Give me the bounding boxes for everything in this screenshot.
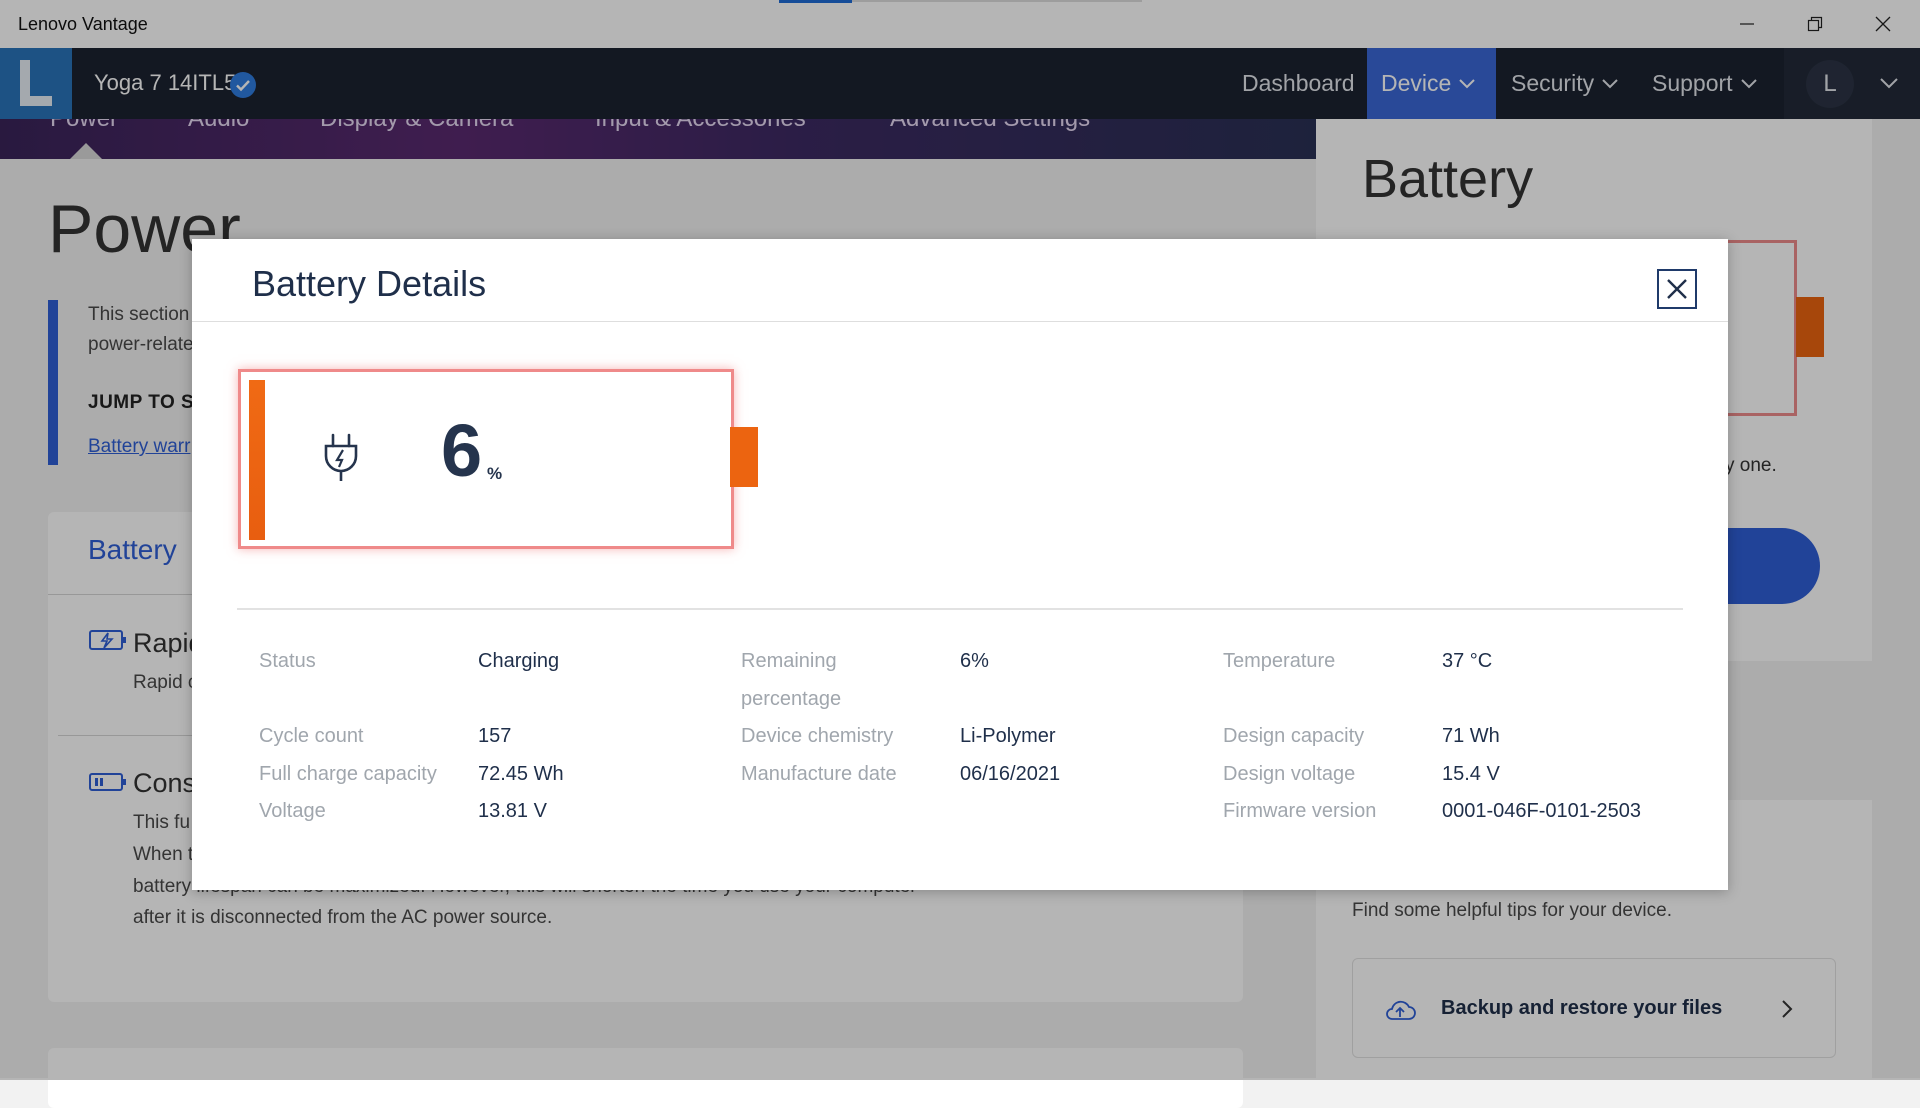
temperature-value: 37 °C [1442,650,1493,672]
close-icon [1667,279,1687,299]
battery-percentage-value: 6 [441,409,483,492]
cycle-count-value: 157 [478,725,512,747]
remaining-percentage-label-line1: Remaining [741,650,837,672]
remaining-percentage-label-line2: percentage [741,688,842,710]
battery-charge-level [249,380,265,540]
details-divider [237,608,1683,610]
design-voltage-value: 15.4 V [1442,763,1500,785]
remaining-percentage-value: 6% [960,650,989,672]
full-charge-capacity-label: Full charge capacity [259,763,437,785]
dialog-close-button[interactable] [1657,269,1697,309]
manufacture-date-value: 06/16/2021 [960,763,1061,785]
plug-icon [324,433,358,481]
cycle-count-label: Cycle count [259,725,364,747]
voltage-value: 13.81 V [478,800,547,822]
manufacture-date-label: Manufacture date [741,763,897,785]
dialog-header-divider [192,321,1728,322]
design-capacity-value: 71 Wh [1442,725,1500,747]
firmware-version-label: Firmware version [1223,800,1377,822]
full-charge-capacity-value: 72.45 Wh [478,763,564,785]
design-voltage-label: Design voltage [1223,763,1356,785]
design-capacity-label: Design capacity [1223,725,1365,747]
firmware-version-value: 0001-046F-0101-2503 [1442,800,1642,822]
battery-details-dialog: Battery Details 6 % Status Charging Cycl… [192,239,1728,890]
device-chemistry-value: Li-Polymer [960,725,1056,747]
device-chemistry-label: Device chemistry [741,725,894,747]
voltage-label: Voltage [259,800,326,822]
battery-graphic: 6 % [238,369,734,549]
status-label: Status [259,650,316,672]
battery-percentage-sign: % [487,464,503,483]
status-value: Charging [478,650,560,672]
dialog-title: Battery Details [252,263,487,304]
battery-tip [730,427,758,487]
temperature-label: Temperature [1223,650,1336,672]
